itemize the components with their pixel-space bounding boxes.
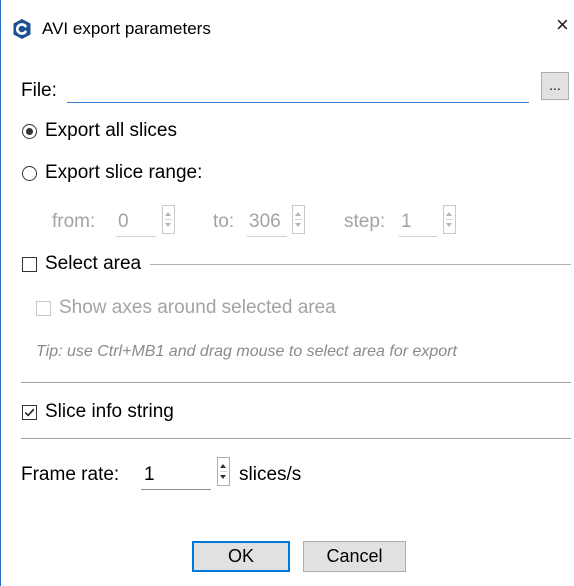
export-all-label[interactable]: Export all slices (45, 120, 177, 142)
range-to-value[interactable]: 306 (249, 211, 281, 233)
slice-info-label[interactable]: Slice info string (45, 401, 174, 423)
separator-2 (21, 438, 571, 439)
spin-divider (165, 219, 172, 220)
ok-button[interactable]: OK (192, 541, 290, 572)
file-path-input[interactable] (67, 76, 529, 102)
frame-rate-spinner[interactable] (217, 457, 230, 486)
show-axes-checkbox[interactable] (36, 301, 51, 316)
file-label: File: (21, 80, 57, 101)
checkmark-icon (24, 408, 35, 417)
spin-divider (295, 219, 302, 220)
window-border (0, 0, 1, 586)
frame-rate-unit: slices/s (239, 464, 302, 485)
range-to-label: to: (213, 211, 235, 232)
range-from-underline (116, 236, 156, 237)
range-step-label: step: (344, 211, 386, 232)
export-range-label[interactable]: Export slice range: (45, 162, 202, 184)
select-area-group-line (150, 264, 571, 265)
range-from-label: from: (52, 211, 96, 232)
spin-up-icon[interactable] (220, 464, 226, 468)
app-logo-icon (12, 18, 32, 40)
frame-rate-value[interactable]: 1 (144, 464, 155, 486)
frame-rate-underline (141, 489, 211, 490)
range-from-spinner[interactable] (162, 205, 175, 234)
close-icon[interactable]: × (556, 14, 569, 36)
range-to-spinner[interactable] (292, 205, 305, 234)
radio-selected-dot (26, 128, 33, 135)
export-range-radio[interactable] (22, 166, 37, 181)
range-step-value[interactable]: 1 (401, 211, 412, 233)
slice-info-checkbox[interactable] (22, 405, 37, 420)
window-title: AVI export parameters (42, 19, 211, 38)
spin-up-icon[interactable] (446, 212, 452, 216)
spin-down-icon[interactable] (220, 475, 226, 479)
select-area-label[interactable]: Select area (45, 253, 141, 275)
spin-down-icon[interactable] (165, 223, 171, 227)
range-to-underline (247, 236, 287, 237)
select-area-tip: Tip: use Ctrl+MB1 and drag mouse to sele… (36, 343, 457, 360)
cancel-button[interactable]: Cancel (303, 541, 406, 572)
spin-down-icon[interactable] (446, 223, 452, 227)
spin-up-icon[interactable] (295, 212, 301, 216)
spin-divider (446, 219, 453, 220)
separator-1 (21, 382, 571, 383)
range-step-underline (399, 236, 437, 237)
spin-divider (220, 471, 227, 472)
spin-up-icon[interactable] (165, 212, 171, 216)
spin-down-icon[interactable] (295, 223, 301, 227)
frame-rate-label: Frame rate: (21, 464, 120, 485)
range-step-spinner[interactable] (443, 205, 456, 234)
file-path-underline (67, 102, 529, 103)
range-from-value[interactable]: 0 (118, 211, 129, 233)
export-all-radio[interactable] (22, 124, 37, 139)
show-axes-label: Show axes around selected area (59, 297, 336, 318)
select-area-checkbox[interactable] (22, 257, 37, 272)
browse-button[interactable]: ... (541, 72, 569, 100)
